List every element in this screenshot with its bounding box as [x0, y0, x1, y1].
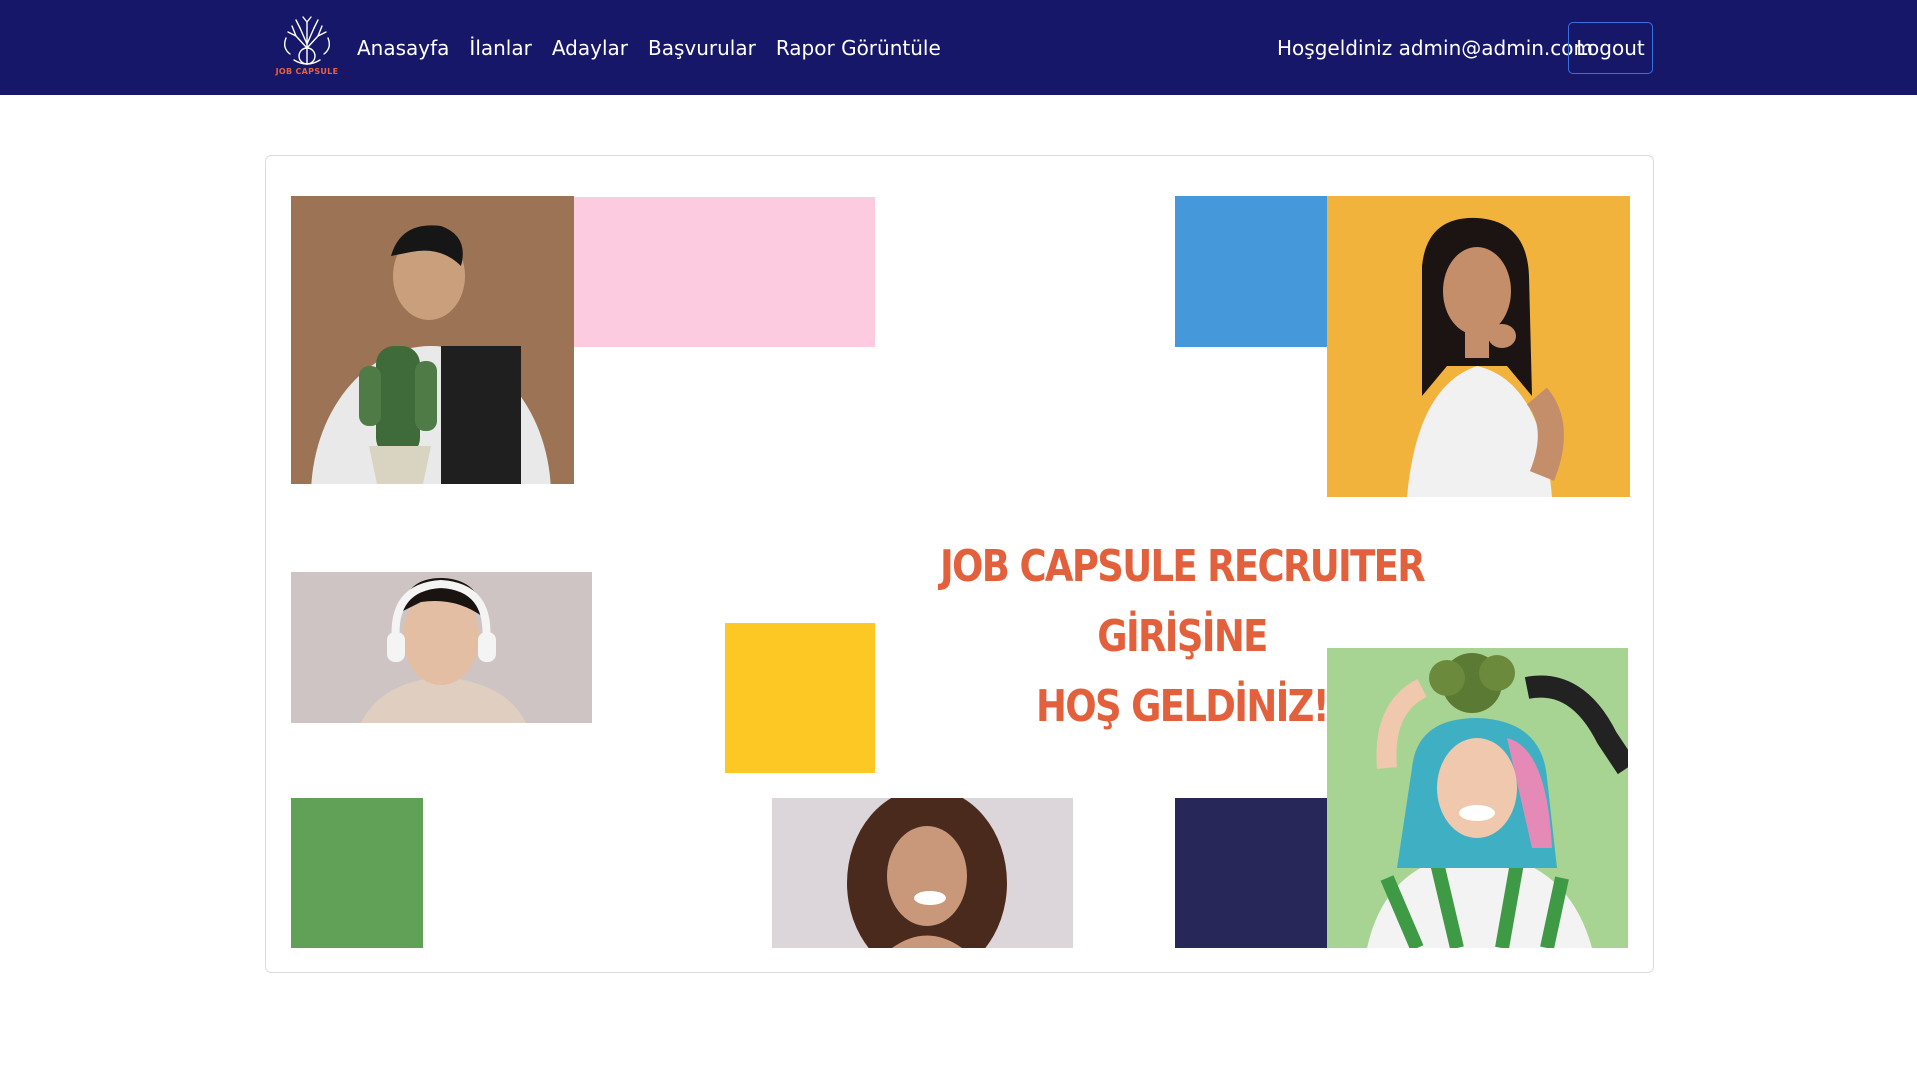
nav-link-basvurular[interactable]: Başvurular — [648, 36, 756, 60]
job-capsule-logo[interactable]: JOB CAPSULE — [272, 14, 342, 78]
decor-green-block — [291, 798, 423, 948]
decor-blue-block — [1175, 196, 1327, 347]
nav-link-adaylar[interactable]: Adaylar — [552, 36, 628, 60]
top-navbar: JOB CAPSULE Anasayfa İlanlar Adaylar Baş… — [0, 0, 1917, 95]
decor-yellow-block — [725, 623, 875, 773]
photo-man-with-cactus — [291, 196, 574, 484]
headline-line-1: JOB CAPSULE RECRUITER GİRİŞİNE — [939, 541, 1426, 662]
photo-woman-curly-hair — [772, 798, 1073, 948]
photo-woman-yellow-background — [1327, 196, 1630, 497]
logo-wordmark: JOB CAPSULE — [275, 67, 339, 76]
headline-line-2: HOŞ GELDİNİZ! — [1036, 681, 1330, 732]
nav-link-anasayfa[interactable]: Anasayfa — [357, 36, 449, 60]
nav-link-ilanlar[interactable]: İlanlar — [469, 36, 531, 60]
photo-man-with-headphones — [291, 572, 592, 723]
decor-pink-block — [574, 197, 875, 347]
welcome-headline: JOB CAPSULE RECRUITER GİRİŞİNE HOŞ GELDİ… — [909, 532, 1455, 742]
main-nav: Anasayfa İlanlar Adaylar Başvurular Rapo… — [357, 36, 941, 60]
welcome-text: Hoşgeldiniz admin@admin.com — [1277, 36, 1593, 60]
tree-logo-icon — [283, 16, 331, 65]
decor-navy-block — [1175, 798, 1327, 948]
hero-card: JOB CAPSULE RECRUITER GİRİŞİNE HOŞ GELDİ… — [265, 155, 1654, 973]
logout-button[interactable]: Logout — [1568, 22, 1653, 74]
nav-link-rapor-goruntule[interactable]: Rapor Görüntüle — [776, 36, 941, 60]
